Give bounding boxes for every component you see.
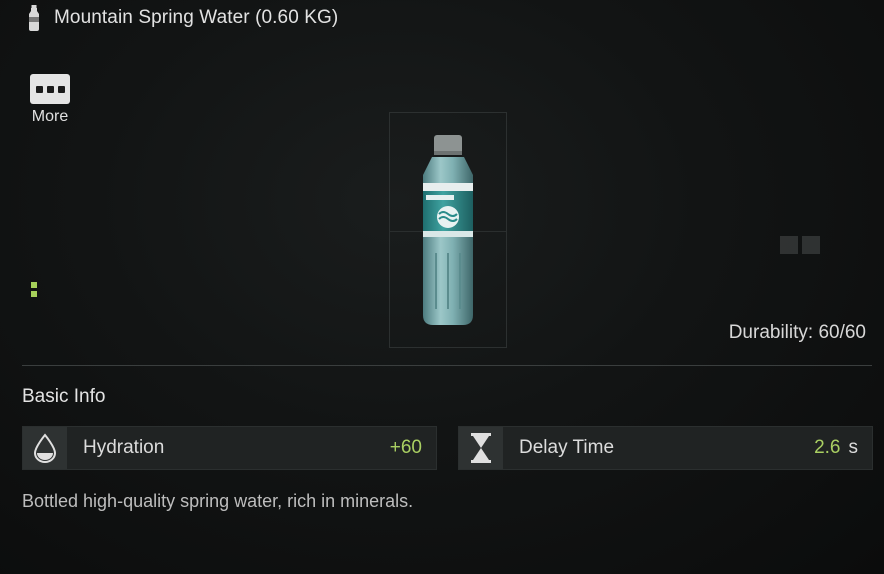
item-title-row: Mountain Spring Water (0.60 KG)	[28, 4, 338, 32]
basic-info-heading: Basic Info	[22, 386, 106, 407]
hydration-value: +60	[389, 437, 422, 458]
more-label: More	[31, 108, 69, 125]
delay-time-stat: Delay Time 2.6 s	[458, 426, 873, 470]
section-divider	[22, 365, 872, 366]
item-preview-frame	[389, 112, 507, 348]
tag-icon	[780, 236, 798, 254]
hydration-stat: Hydration +60	[22, 426, 437, 470]
item-size-indicator	[31, 282, 37, 297]
durability-readout: Durability: 60/60	[728, 322, 866, 343]
water-drop-icon	[23, 427, 67, 469]
item-title: Mountain Spring Water (0.60 KG)	[54, 7, 339, 28]
delay-time-value: 2.6	[814, 437, 841, 458]
item-description: Bottled high-quality spring water, rich …	[22, 491, 414, 511]
water-bottle-icon	[28, 5, 40, 31]
more-button[interactable]: More	[28, 74, 72, 126]
delay-time-label: Delay Time	[519, 437, 615, 458]
item-tag-icons	[780, 236, 820, 254]
delay-time-unit: s	[848, 437, 859, 458]
tag-icon	[802, 236, 820, 254]
hourglass-icon	[459, 427, 503, 469]
item-detail-panel: Mountain Spring Water (0.60 KG) More Dur…	[0, 0, 884, 574]
water-bottle-image	[423, 135, 473, 325]
ellipsis-icon	[30, 74, 70, 104]
hydration-label: Hydration	[83, 437, 165, 458]
